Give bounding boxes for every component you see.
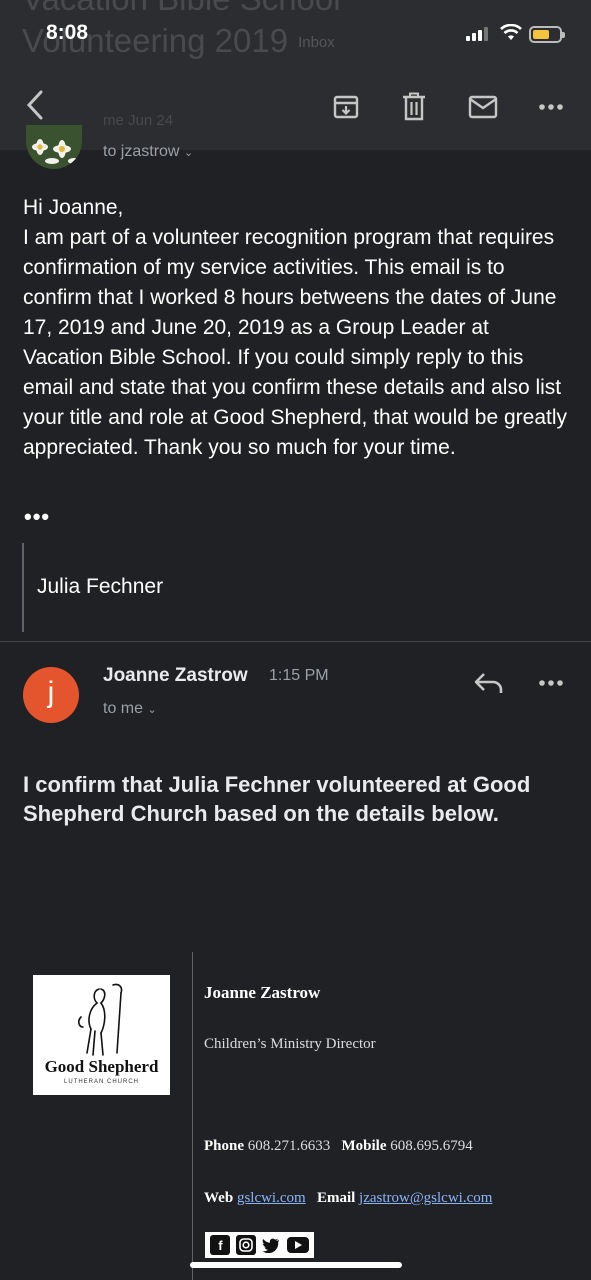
app-bar: Vacation Bible School Volunteering 2019I…	[0, 0, 591, 150]
mail-icon	[468, 95, 498, 119]
signature-divider	[192, 952, 193, 1280]
youtube-icon[interactable]	[286, 1237, 309, 1253]
chevron-down-icon: ⌄	[147, 704, 157, 716]
archive-button[interactable]	[329, 92, 363, 122]
more-options-button[interactable]	[534, 92, 568, 122]
website-link[interactable]: gslcwi.com	[237, 1190, 306, 1206]
phone-number[interactable]: 608.271.6633	[248, 1138, 331, 1154]
back-button[interactable]	[18, 90, 52, 120]
mark-unread-button[interactable]	[466, 92, 500, 122]
reply-icon	[474, 673, 503, 693]
email-link[interactable]: jzastrow@gslcwi.com	[359, 1190, 492, 1206]
social-links: f	[205, 1232, 314, 1258]
battery-icon	[529, 26, 565, 43]
home-indicator[interactable]	[190, 1262, 402, 1268]
reply-body: I confirm that Julia Fechner volunteered…	[23, 772, 531, 826]
reply-button[interactable]	[473, 670, 505, 696]
chevron-left-icon	[26, 90, 43, 120]
show-trimmed-content-button[interactable]: •••	[24, 504, 50, 530]
signature-title: Children’s Ministry Director	[204, 1036, 376, 1052]
message-more-button[interactable]	[535, 670, 567, 696]
sender-name: Joanne Zastrow	[103, 665, 248, 686]
quoted-signature: Julia Fechner	[37, 575, 164, 598]
church-logo: Good Shepherd LUTHERAN CHURCH	[33, 975, 170, 1095]
shepherd-icon	[78, 983, 123, 1056]
more-horizontal-icon	[539, 104, 563, 110]
delete-button[interactable]	[397, 92, 431, 122]
chevron-down-icon: ⌄	[183, 147, 194, 159]
instagram-icon[interactable]	[235, 1235, 256, 1255]
inbox-label: Inbox	[298, 34, 335, 52]
cell-signal-icon	[466, 27, 488, 41]
trash-icon	[403, 92, 425, 121]
more-horizontal-icon	[539, 680, 563, 686]
signature-links: Web gslcwi.com Email jzastrow@gslcwi.com	[204, 1190, 493, 1206]
wifi-icon	[500, 24, 522, 40]
scrolled-sender: me Jun 24	[103, 112, 174, 129]
sender-avatar	[26, 125, 82, 169]
mobile-number[interactable]: 608.695.6794	[390, 1138, 473, 1154]
archive-icon	[333, 95, 359, 119]
signature-name: Joanne Zastrow	[204, 983, 321, 1002]
facebook-icon[interactable]: f	[210, 1235, 231, 1255]
quote-bar	[22, 543, 24, 632]
message-time: 1:15 PM	[269, 667, 329, 684]
recipient-details-toggle[interactable]: to jzastrow ⌄	[103, 143, 193, 161]
avatar[interactable]: j	[23, 667, 79, 723]
recipient-details-toggle[interactable]: to me ⌄	[103, 700, 157, 718]
twitter-icon[interactable]	[261, 1235, 282, 1255]
message-body: Hi Joanne, I am part of a volunteer reco…	[23, 196, 568, 459]
message-divider	[0, 641, 591, 642]
signature-phones: Phone 608.271.6633 Mobile 608.695.6794	[204, 1138, 473, 1154]
status-time: 8:08	[46, 21, 89, 44]
